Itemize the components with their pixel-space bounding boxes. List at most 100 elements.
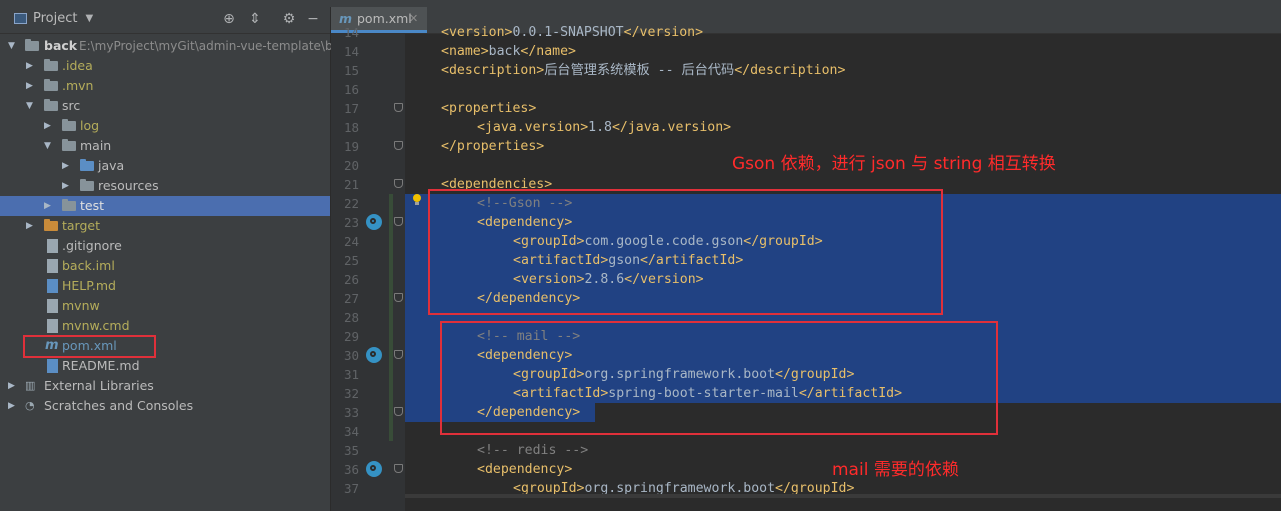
line-number: 22 [343, 196, 359, 211]
project-view-selector[interactable]: Project ▼ [14, 11, 93, 26]
file-icon [47, 319, 58, 333]
tree-item-label: HELP.md [62, 278, 116, 293]
fold-marker-icon[interactable] [394, 103, 403, 112]
chevron-down-icon[interactable]: ▼ [8, 36, 18, 56]
project-panel-icon [14, 13, 27, 24]
module-folder-icon [25, 39, 39, 51]
fold-marker-icon[interactable] [394, 141, 403, 150]
tree-item-idea[interactable]: ▶ .idea [0, 56, 330, 76]
fold-marker-icon[interactable] [394, 350, 403, 359]
fold-marker-icon[interactable] [394, 293, 403, 302]
line-number: 19 [343, 139, 359, 154]
tree-item-label: back.iml [62, 258, 115, 273]
tree-root-back[interactable]: ▼ back E:\myProject\myGit\admin-vue-temp… [0, 36, 340, 56]
mail-annotation: mail 需要的依赖 [832, 460, 959, 480]
tree-item-mvnw[interactable]: mvnw [0, 296, 330, 316]
fold-marker-icon[interactable] [394, 407, 403, 416]
chevron-right-icon[interactable]: ▶ [62, 156, 72, 176]
run-gutter-icon[interactable] [366, 214, 382, 230]
tree-item-java[interactable]: ▶ java [0, 156, 330, 176]
chevron-down-icon[interactable]: ▼ [26, 96, 36, 116]
fold-marker-icon[interactable] [394, 217, 403, 226]
code-line: <properties> [405, 99, 1281, 118]
line-number: 37 [343, 481, 359, 496]
xml-tag: <java.version> [477, 120, 589, 135]
line-number: 20 [343, 158, 359, 173]
tree-item-label: External Libraries [44, 378, 154, 393]
scratches-icon: ◔ [25, 399, 35, 412]
code-text: <version>0.0.1-SNAPSHOT</version> [441, 23, 703, 42]
fold-marker-icon[interactable] [394, 464, 403, 473]
chevron-right-icon[interactable]: ▶ [26, 216, 36, 236]
tree-item-gitignore[interactable]: .gitignore [0, 236, 330, 256]
line-number: 17 [343, 101, 359, 116]
tree-item-mvn[interactable]: ▶ .mvn [0, 76, 330, 96]
tree-item-src[interactable]: ▼ src [0, 96, 330, 116]
chevron-right-icon[interactable]: ▶ [62, 176, 72, 196]
target-icon[interactable]: ⊕ [221, 11, 237, 27]
markdown-file-icon [47, 279, 58, 293]
markdown-file-icon [47, 359, 58, 373]
chevron-right-icon[interactable]: ▶ [8, 396, 18, 416]
chevron-right-icon[interactable]: ▶ [26, 56, 36, 76]
chevron-right-icon[interactable]: ▶ [44, 196, 54, 216]
xml-tag: </name> [520, 44, 576, 59]
tree-item-label: resources [98, 178, 159, 193]
source-folder-icon [80, 159, 94, 171]
lightbulb-icon[interactable] [412, 194, 422, 206]
chevron-right-icon[interactable]: ▶ [8, 376, 18, 396]
xml-tag: </java.version> [611, 120, 732, 135]
code-line: <description>后台管理系统模板 -- 后台代码</descripti… [405, 61, 1281, 80]
tree-item-scratches[interactable]: ▶ ◔ Scratches and Consoles [0, 396, 330, 416]
folder-icon [62, 139, 76, 151]
tree-item-label: target [62, 218, 101, 233]
tree-item-label: mvnw.cmd [62, 318, 130, 333]
tree-item-test[interactable]: ▶ test [0, 196, 330, 216]
tree-item-help-md[interactable]: HELP.md [0, 276, 330, 296]
gear-icon[interactable]: ⚙ [281, 11, 297, 27]
line-number: 14 [343, 25, 359, 40]
code-line: <java.version>1.8</java.version> [405, 118, 1281, 137]
chevron-right-icon[interactable]: ▶ [26, 76, 36, 96]
line-number: 32 [343, 386, 359, 401]
tree-item-label: Scratches and Consoles [44, 398, 194, 413]
tree-item-target[interactable]: ▶ target [0, 216, 330, 236]
pom-xml-highlight-box [23, 335, 156, 358]
mail-highlight-box [440, 321, 998, 435]
line-number: 29 [343, 329, 359, 344]
line-number: 21 [343, 177, 359, 192]
tree-item-mvnw-cmd[interactable]: mvnw.cmd [0, 316, 330, 336]
project-panel-title: Project [33, 11, 78, 26]
root-name: back [44, 38, 78, 53]
code-text: <java.version>1.8</java.version> [477, 118, 731, 137]
run-gutter-icon[interactable] [366, 461, 382, 477]
line-number: 18 [343, 120, 359, 135]
xml-tag: <properties> [441, 101, 537, 116]
tree-item-main[interactable]: ▼ main [0, 136, 330, 156]
folder-icon [44, 79, 58, 91]
tree-item-back-iml[interactable]: back.iml [0, 256, 330, 276]
code-line: <version>0.0.1-SNAPSHOT</version> [405, 23, 1281, 42]
fold-marker-icon[interactable] [394, 179, 403, 188]
tree-item-label: README.md [62, 358, 140, 373]
excluded-folder-icon [44, 219, 58, 231]
tree-item-resources[interactable]: ▶ resources [0, 176, 330, 196]
code-text: </properties> [441, 137, 544, 156]
xml-tag: <version> [441, 25, 513, 40]
line-number: 30 [343, 348, 359, 363]
tree-item-readme-md[interactable]: README.md [0, 356, 330, 376]
chevron-right-icon[interactable]: ▶ [44, 116, 54, 136]
xml-text: 后台管理系统模板 -- 后台代码 [544, 63, 735, 78]
tree-item-external-libraries[interactable]: ▶ ▥ External Libraries [0, 376, 330, 396]
run-gutter-icon[interactable] [366, 347, 382, 363]
tree-item-label: mvnw [62, 298, 100, 313]
minimize-icon[interactable]: − [305, 11, 321, 27]
xml-text: 1.8 [588, 120, 612, 135]
chevron-down-icon[interactable]: ▼ [44, 136, 54, 156]
collapse-icon[interactable]: ⇕ [247, 11, 263, 27]
horizontal-scrollbar[interactable] [405, 494, 1281, 498]
line-number: 31 [343, 367, 359, 382]
tree-item-log[interactable]: ▶ log [0, 116, 330, 136]
tree-item-label: src [62, 98, 81, 113]
line-number: 36 [343, 462, 359, 477]
